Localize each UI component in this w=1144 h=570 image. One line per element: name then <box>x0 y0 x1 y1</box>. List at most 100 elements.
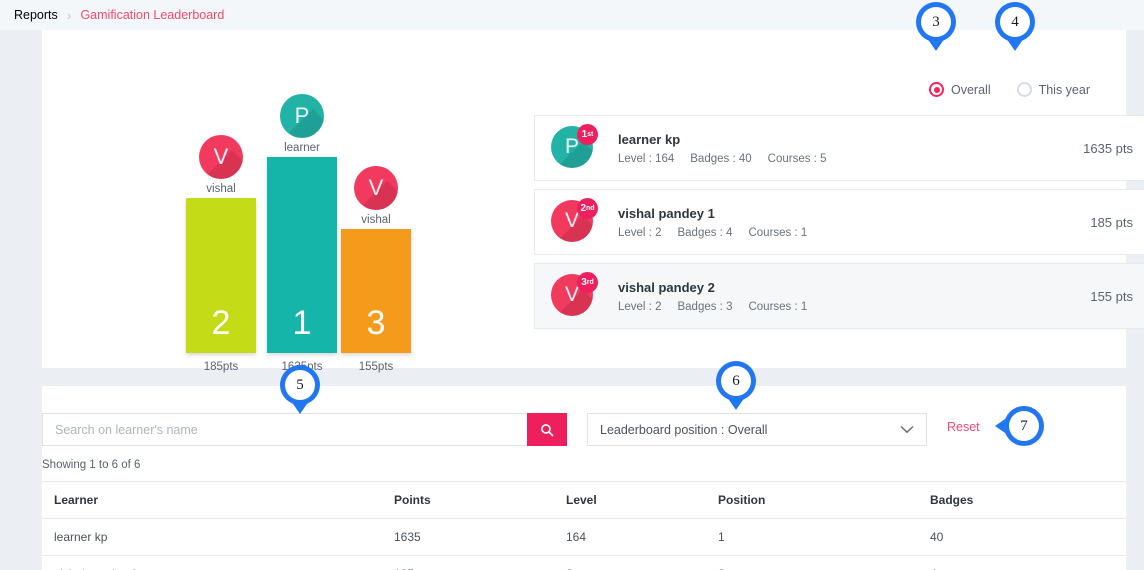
cell-badges: 4 <box>918 555 1126 570</box>
learner-name: vishal pandey 1 <box>618 205 715 221</box>
column-header-points[interactable]: Points <box>382 481 554 519</box>
learner-name: vishal pandey 2 <box>618 279 715 295</box>
podium-avatar-letter-2: V <box>213 144 229 169</box>
breadcrumb: Reports › Gamification Leaderboard <box>0 0 1144 30</box>
table-row[interactable]: V 2nd vishal pandey 1 Level : 2 Badges :… <box>534 189 1144 255</box>
leaderboard-position-value: Leaderboard position : Overall <box>600 422 768 437</box>
learner-courses: Courses : 1 <box>748 300 808 313</box>
callout-number: 7 <box>1009 411 1039 441</box>
table-row[interactable]: learner kp 1635 164 1 40 <box>42 518 1126 556</box>
radio-overall-mark[interactable] <box>929 82 944 97</box>
podium-chart: V vishal 2 P learner 1 V vishal 3 185pts… <box>162 94 452 387</box>
radio-overall-label: Overall <box>951 82 991 97</box>
table-header-row: Learner Points Level Position Badges <box>42 481 1126 519</box>
learner-meta: vishal pandey 2 Level : 2 Badges : 3 Cou… <box>618 280 1090 313</box>
callout-4: 4 <box>995 2 1035 42</box>
learner-stats: Level : 2 Badges : 4 Courses : 1 <box>618 227 1090 239</box>
callout-pin-icon: 7 <box>1004 406 1044 446</box>
leaderboard-position-select[interactable]: Leaderboard position : Overall <box>587 413 927 446</box>
callout-6: 6 <box>716 361 756 401</box>
podium-avatar-3: V <box>354 166 398 210</box>
podium-avatar-letter-1: P <box>294 103 310 128</box>
rank-suffix: st <box>587 131 594 138</box>
cell-points: 1635 <box>382 518 554 556</box>
learner-points: 155 pts <box>1090 288 1133 304</box>
callout-number: 5 <box>285 370 315 400</box>
filter-toolbar: Leaderboard position : Overall Reset <box>42 413 1126 449</box>
radio-option-this-year[interactable]: This year <box>1016 82 1090 97</box>
podium-avatar-letter-3: V <box>368 175 384 200</box>
cell-position: 1 <box>706 518 918 556</box>
podium-column-1: P learner 1 <box>267 94 337 353</box>
column-header-badges[interactable]: Badges <box>918 481 1126 519</box>
cell-level: 2 <box>554 555 706 570</box>
podium-column-3: V vishal 3 <box>341 166 411 353</box>
radio-option-overall[interactable]: Overall <box>929 82 991 97</box>
column-header-learner[interactable]: Learner <box>42 481 382 519</box>
search-box <box>42 413 567 446</box>
results-count: Showing 1 to 6 of 6 <box>42 459 141 471</box>
avatar: V 2nd <box>551 198 598 244</box>
podium-name-3: vishal <box>361 214 391 226</box>
callout-7: 7 <box>1004 406 1044 446</box>
learner-points: 1635 pts <box>1083 140 1133 156</box>
callout-pin-icon: 3 <box>916 2 956 42</box>
learner-points: 185 pts <box>1090 214 1133 230</box>
podium-avatar-2: V <box>199 135 243 179</box>
leaderboard-list: P 1st learner kp Level : 164 Badges : 40… <box>534 115 1144 337</box>
learner-stats: Level : 164 Badges : 40 Courses : 5 <box>618 153 1083 165</box>
learner-courses: Courses : 5 <box>767 152 827 165</box>
cell-position: 2 <box>706 555 918 570</box>
rank-suffix: rd <box>586 279 594 286</box>
table-row[interactable]: vishal pandey 1 185 2 2 4 <box>42 555 1126 570</box>
podium-bars: V vishal 2 P learner 1 V vishal 3 <box>162 94 452 353</box>
avatar: V 3rd <box>551 272 598 318</box>
avatar: P 1st <box>551 124 598 170</box>
cell-points: 185 <box>382 555 554 570</box>
learner-badges: Badges : 4 <box>677 226 733 239</box>
rank-badge: 1st <box>577 124 598 145</box>
podium-column-2: V vishal 2 <box>186 135 256 353</box>
podium-bar-1: 1 <box>267 157 337 353</box>
podium-bar-3: 3 <box>341 229 411 353</box>
learner-courses: Courses : 1 <box>748 226 808 239</box>
column-header-level[interactable]: Level <box>554 481 706 519</box>
learner-meta: learner kp Level : 164 Badges : 40 Cours… <box>618 132 1083 165</box>
podium-tick-3: 155pts <box>358 361 394 373</box>
leaderboard-page: Reports › Gamification Leaderboard Overa… <box>0 0 1144 570</box>
callout-number: 6 <box>721 366 751 396</box>
learner-meta: vishal pandey 1 Level : 2 Badges : 4 Cou… <box>618 206 1090 239</box>
podium-avatar-1: P <box>280 94 324 138</box>
learner-stats: Level : 2 Badges : 3 Courses : 1 <box>618 301 1090 313</box>
podium-rank-1: 1 <box>292 304 312 342</box>
learner-level: Level : 2 <box>618 226 662 239</box>
table-row[interactable]: P 1st learner kp Level : 164 Badges : 40… <box>534 115 1144 181</box>
learner-badges: Badges : 40 <box>690 152 752 165</box>
breadcrumb-root[interactable]: Reports <box>14 8 58 22</box>
search-input[interactable] <box>42 413 527 446</box>
podium-bar-2: 2 <box>186 198 256 353</box>
callout-pin-icon: 4 <box>995 2 1035 42</box>
podium-name-2: vishal <box>206 183 236 195</box>
breadcrumb-current[interactable]: Gamification Leaderboard <box>80 8 224 22</box>
callout-3: 3 <box>916 2 956 42</box>
column-header-position[interactable]: Position <box>706 481 918 519</box>
callout-number: 3 <box>921 7 951 37</box>
radio-this-year-mark[interactable] <box>1016 82 1032 97</box>
reset-button[interactable]: Reset <box>947 420 980 434</box>
cell-badges: 40 <box>918 518 1126 556</box>
callout-pin-icon: 5 <box>280 365 320 405</box>
podium-name-1: learner <box>284 142 320 154</box>
scope-filter-group: Overall This year <box>929 82 1090 97</box>
learner-level: Level : 2 <box>618 300 662 313</box>
table-row[interactable]: V 3rd vishal pandey 2 Level : 2 Badges :… <box>534 263 1144 329</box>
chevron-down-icon <box>900 425 914 434</box>
podium-rank-2: 2 <box>211 304 231 342</box>
learner-name: learner kp <box>618 131 681 147</box>
rank-suffix: nd <box>586 205 595 212</box>
callout-5: 5 <box>280 365 320 405</box>
cell-learner: learner kp <box>42 518 382 556</box>
rank-badge: 2nd <box>577 198 598 219</box>
learner-level: Level : 164 <box>618 152 675 165</box>
search-button[interactable] <box>527 413 567 446</box>
